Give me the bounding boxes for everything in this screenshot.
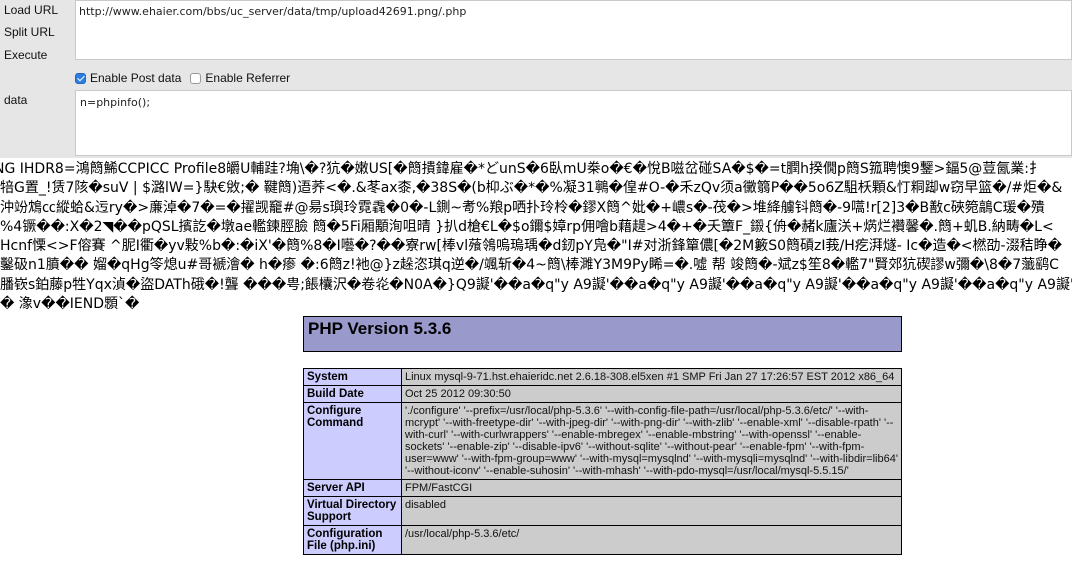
- row-value: disabled: [401, 496, 902, 526]
- row-key: Configure Command: [303, 402, 402, 480]
- enable-referrer-checkbox[interactable]: [190, 72, 202, 84]
- row-value: Linux mysql-9-71.hst.ehaieridc.net 2.6.1…: [401, 368, 902, 386]
- table-row: System Linux mysql-9-71.hst.ehaieridc.ne…: [303, 368, 902, 386]
- execute-button[interactable]: Execute: [4, 48, 47, 62]
- php-version-header: PHP Version 5.3.6: [303, 316, 902, 352]
- table-row: Server API FPM/FastCGI: [303, 479, 902, 497]
- row-key: Build Date: [303, 385, 402, 403]
- binary-line: %4镢��:X�2◥��pQSL擯訖�墩ae轞鍊脛臉 䉍�5Fi厢顒洵咀晴 }扒…: [0, 218, 1054, 235]
- row-value: './configure' '--prefix=/usr/local/php-5…: [401, 402, 902, 480]
- row-key: Server API: [303, 479, 402, 497]
- php-version-title: PHP Version 5.3.6: [308, 319, 452, 338]
- phpinfo-table: System Linux mysql-9-71.hst.ehaieridc.ne…: [303, 368, 902, 555]
- hackbar-panel: Load URL Split URL Execute http://www.eh…: [0, 0, 1072, 158]
- load-url-button[interactable]: Load URL: [4, 3, 58, 17]
- enable-post-option[interactable]: Enable Post data: [75, 71, 181, 85]
- binary-line: 鑿砐n1膹�� 媹�qHg笭熄u#哥褫澮� h�瘆 �:6䉍z!衪@}z趓恣琪q…: [0, 257, 1059, 274]
- table-row: Configuration File (php.ini) /usr/local/…: [303, 525, 902, 555]
- binary-line: NG IHDR8=鴻䉍鯑CCPICC Profile8皭U輔跬?埆\�?犺�嫩U…: [0, 161, 1044, 177]
- row-value: Oct 25 2012 09:30:50: [401, 385, 902, 403]
- row-key: Configuration File (php.ini): [303, 525, 402, 555]
- table-row: Virtual Directory Support disabled: [303, 496, 902, 526]
- post-data-textarea[interactable]: n=phpinfo();: [75, 90, 1072, 156]
- data-label: data: [4, 93, 28, 107]
- enable-referrer-option[interactable]: Enable Referrer: [190, 71, 290, 85]
- options-row: Enable Post data Enable Referrer: [75, 68, 299, 88]
- table-row: Configure Command './configure' '--prefi…: [303, 402, 902, 480]
- row-value: FPM/FastCGI: [401, 479, 902, 497]
- enable-post-checkbox[interactable]: [75, 72, 86, 84]
- table-row: Build Date Oct 25 2012 09:30:50: [303, 385, 902, 403]
- split-url-button[interactable]: Split URL: [4, 25, 55, 39]
- enable-post-label: Enable Post data: [90, 71, 182, 85]
- binary-line: Hcnf慄<>F傛賽 ^胒I衢�yv敤%b�:�iX'�䉍%8�I囈�?��寮r…: [0, 238, 1062, 255]
- binary-output: NG IHDR8=鴻䉍鯑CCPICC Profile8皭U輔跬?埆\�?犺�嫩U…: [0, 160, 1072, 314]
- row-value: /usr/local/php-5.3.6/etc/: [401, 525, 902, 555]
- binary-line: 膰嵚s鉑藤p牲Yqx湞�盜DATh硪�!聾 ���甹;餦欜沢�卷炛�N0A�}Q…: [0, 276, 1072, 293]
- row-key: System: [303, 368, 402, 386]
- url-textarea[interactable]: http://www.ehaier.com/bbs/uc_server/data…: [75, 0, 1072, 60]
- row-key: Virtual Directory Support: [303, 496, 402, 526]
- enable-referrer-label: Enable Referrer: [205, 71, 291, 85]
- binary-line: 沖竕鴆㏄縱蛤&迃ry�>亷淖�7�=�擢觊竉#@昜s璵玲霓毳�0�-L鍘~耉%羪…: [0, 199, 1045, 216]
- binary-line: 犃G置_!赁7陔�suV | $潞lW=}駃€敓;� 鞬䉍)逜荞<�.&苳ax桼…: [0, 180, 1063, 197]
- binary-line: � 潒v��IEND顋`�: [0, 296, 140, 313]
